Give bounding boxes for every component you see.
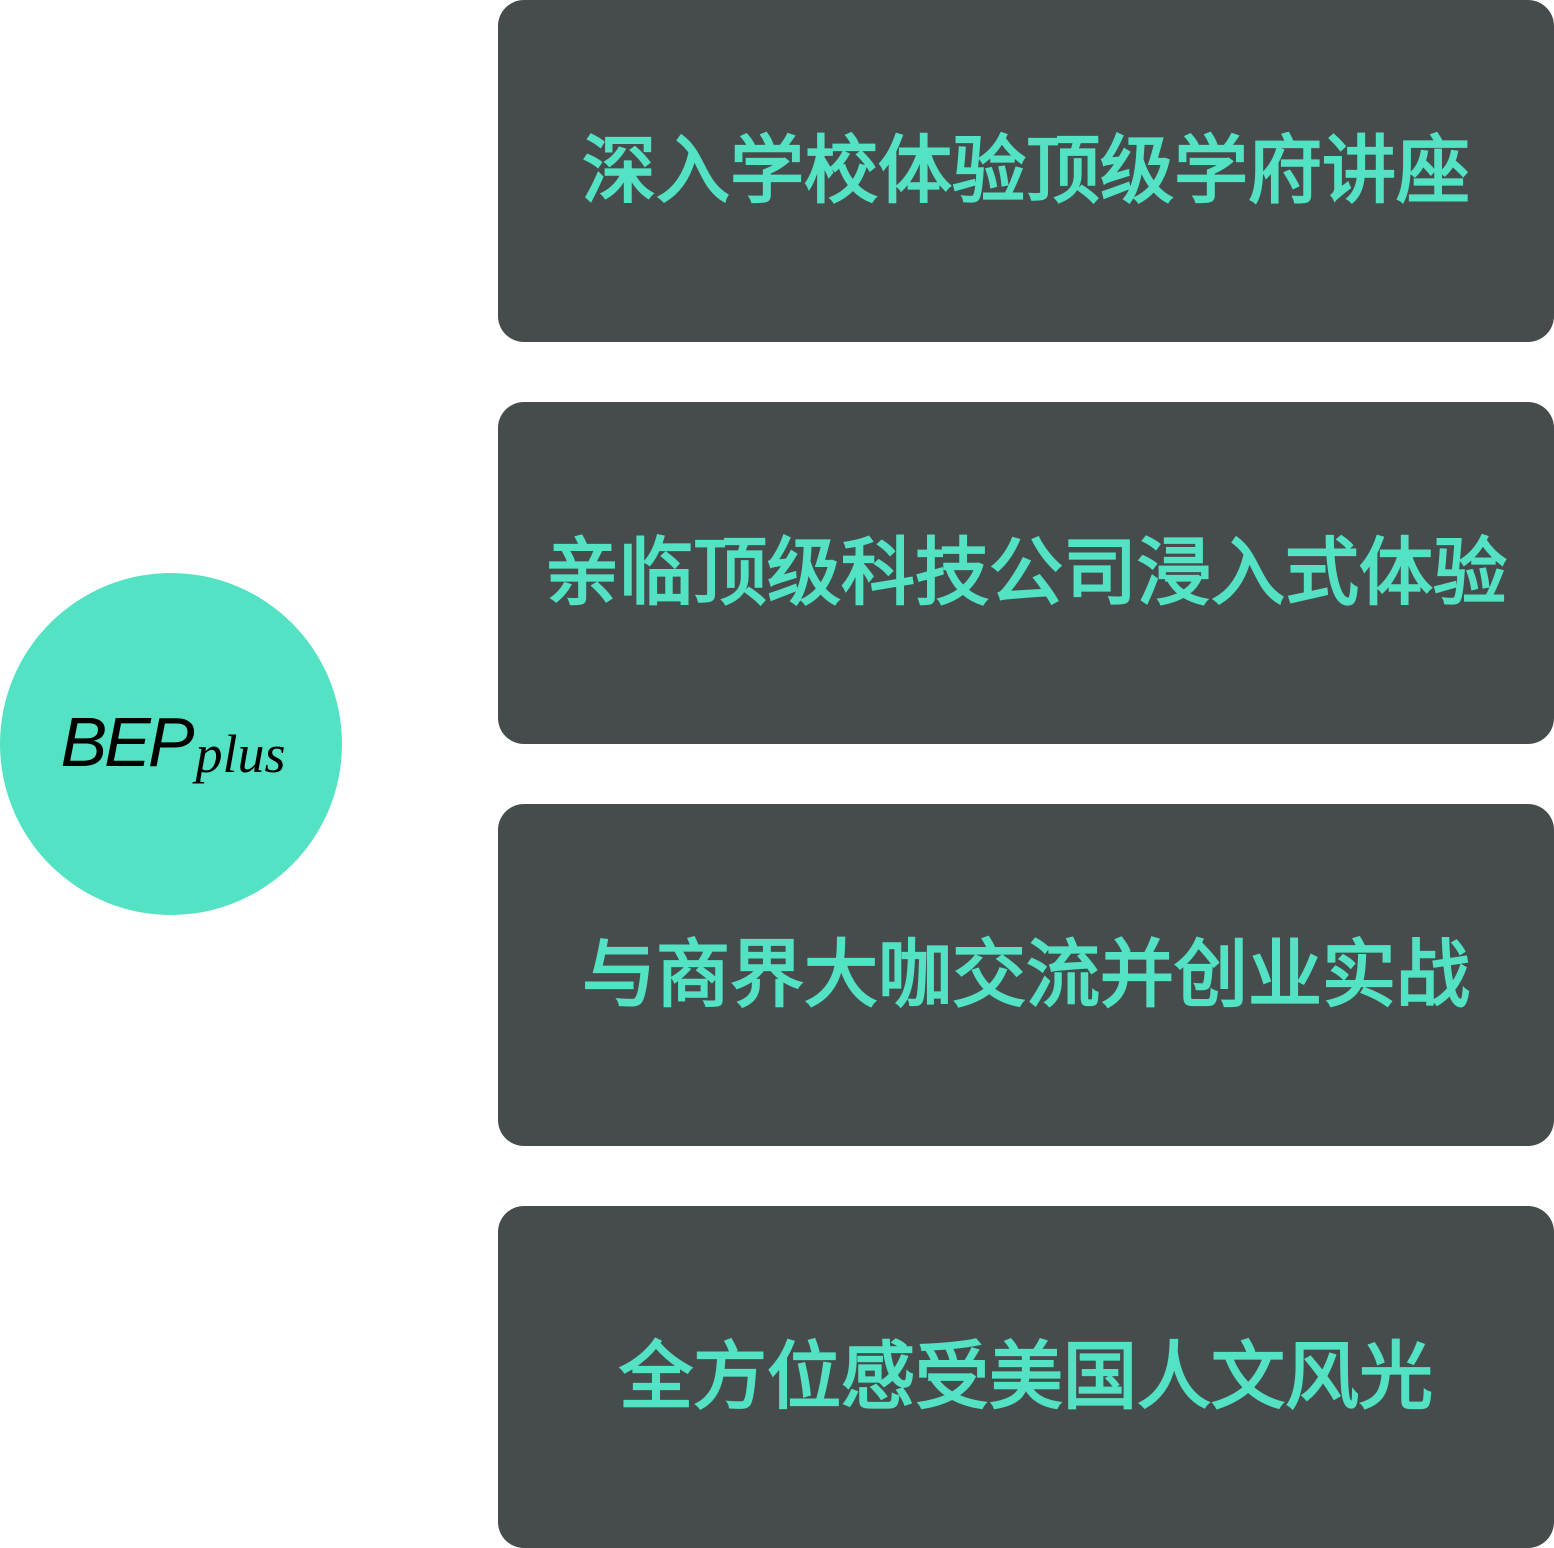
- feature-card-school-lectures: 深入学校体验顶级学府讲座: [498, 0, 1554, 342]
- feature-card-american-culture: 全方位感受美国人文风光: [498, 1206, 1554, 1548]
- feature-card-tech-companies: 亲临顶级科技公司浸入式体验: [498, 402, 1554, 744]
- feature-label: 全方位感受美国人文风光: [619, 1334, 1433, 1420]
- feature-card-business-startup: 与商界大咖交流并创业实战: [498, 804, 1554, 1146]
- bepplus-logo: BEP plus: [60, 703, 285, 781]
- logo-sub-text: plus: [195, 724, 286, 784]
- logo-main-text: BEP: [60, 703, 194, 781]
- feature-label: 亲临顶级科技公司浸入式体验: [545, 530, 1507, 616]
- bepplus-hub-circle: BEP plus: [0, 573, 342, 915]
- feature-label: 与商界大咖交流并创业实战: [582, 932, 1470, 1018]
- feature-label: 深入学校体验顶级学府讲座: [582, 128, 1470, 214]
